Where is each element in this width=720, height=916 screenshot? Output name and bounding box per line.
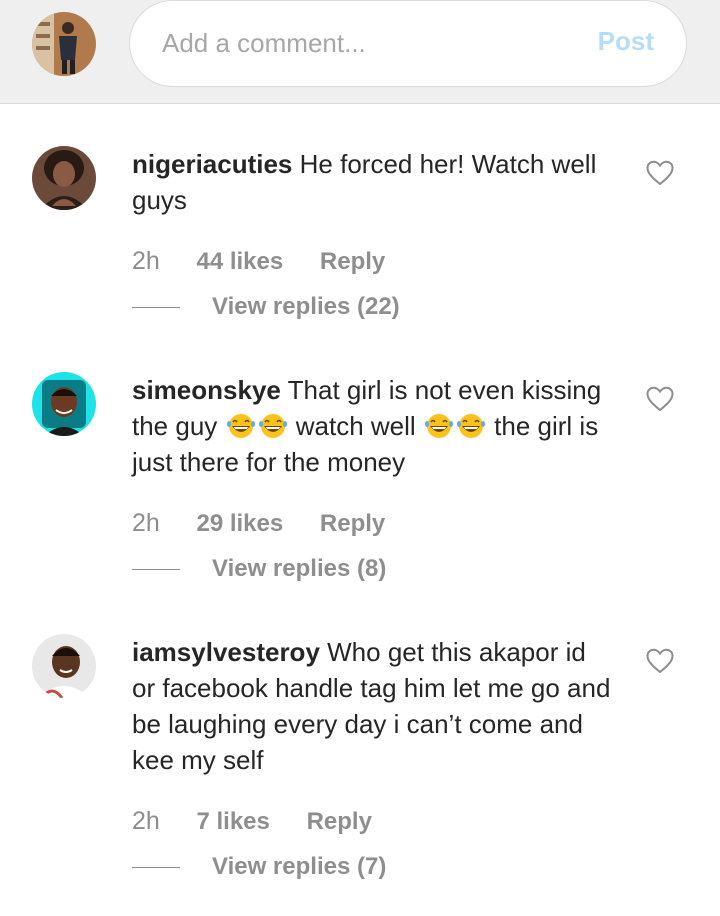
- view-replies-label[interactable]: View replies (8): [212, 555, 386, 583]
- comment-input-container: Post: [129, 0, 687, 87]
- post-button[interactable]: Post: [598, 26, 654, 57]
- laughing-emoji-icon: [258, 414, 287, 438]
- laughing-emoji-icon: [424, 414, 453, 438]
- avatar[interactable]: [32, 146, 96, 210]
- comment-username[interactable]: simeonskye: [132, 375, 281, 405]
- comment-body: nigeriacuties He forced her! Watch well …: [132, 146, 612, 218]
- comment-composer: Post: [0, 0, 720, 104]
- view-replies-label[interactable]: View replies (22): [212, 293, 400, 321]
- comment-likes[interactable]: 7 likes: [196, 808, 269, 835]
- reply-button[interactable]: Reply: [320, 248, 385, 275]
- heart-icon[interactable]: [646, 648, 674, 674]
- avatar[interactable]: [32, 372, 96, 436]
- comment-meta: 2h 44 likes Reply: [132, 247, 385, 276]
- replies-divider: [132, 569, 180, 570]
- heart-icon[interactable]: [646, 160, 674, 186]
- reply-button[interactable]: Reply: [307, 808, 372, 835]
- comment-username[interactable]: nigeriacuties: [132, 149, 292, 179]
- comment-text: watch well: [295, 411, 416, 441]
- current-user-avatar: [32, 12, 96, 76]
- comment-likes[interactable]: 44 likes: [196, 248, 283, 275]
- comment-time: 2h: [132, 247, 160, 275]
- heart-icon[interactable]: [646, 386, 674, 412]
- comment-time: 2h: [132, 807, 160, 835]
- replies-divider: [132, 307, 180, 308]
- laughing-emoji-icon: [226, 414, 255, 438]
- view-replies-label[interactable]: View replies (7): [212, 853, 386, 881]
- comment-meta: 2h 29 likes Reply: [132, 509, 385, 538]
- comment-username[interactable]: iamsylvesteroy: [132, 637, 320, 667]
- replies-divider: [132, 867, 180, 868]
- comment-body: iamsylvesteroy Who get this akapor id or…: [132, 634, 612, 778]
- comment-time: 2h: [132, 509, 160, 537]
- comment-likes[interactable]: 29 likes: [196, 510, 283, 537]
- laughing-emoji-icon: [456, 414, 485, 438]
- comment-body: simeonskye That girl is not even kissing…: [132, 372, 612, 480]
- reply-button[interactable]: Reply: [320, 510, 385, 537]
- comment-meta: 2h 7 likes Reply: [132, 807, 372, 836]
- avatar[interactable]: [32, 634, 96, 698]
- comment-input[interactable]: [162, 25, 562, 61]
